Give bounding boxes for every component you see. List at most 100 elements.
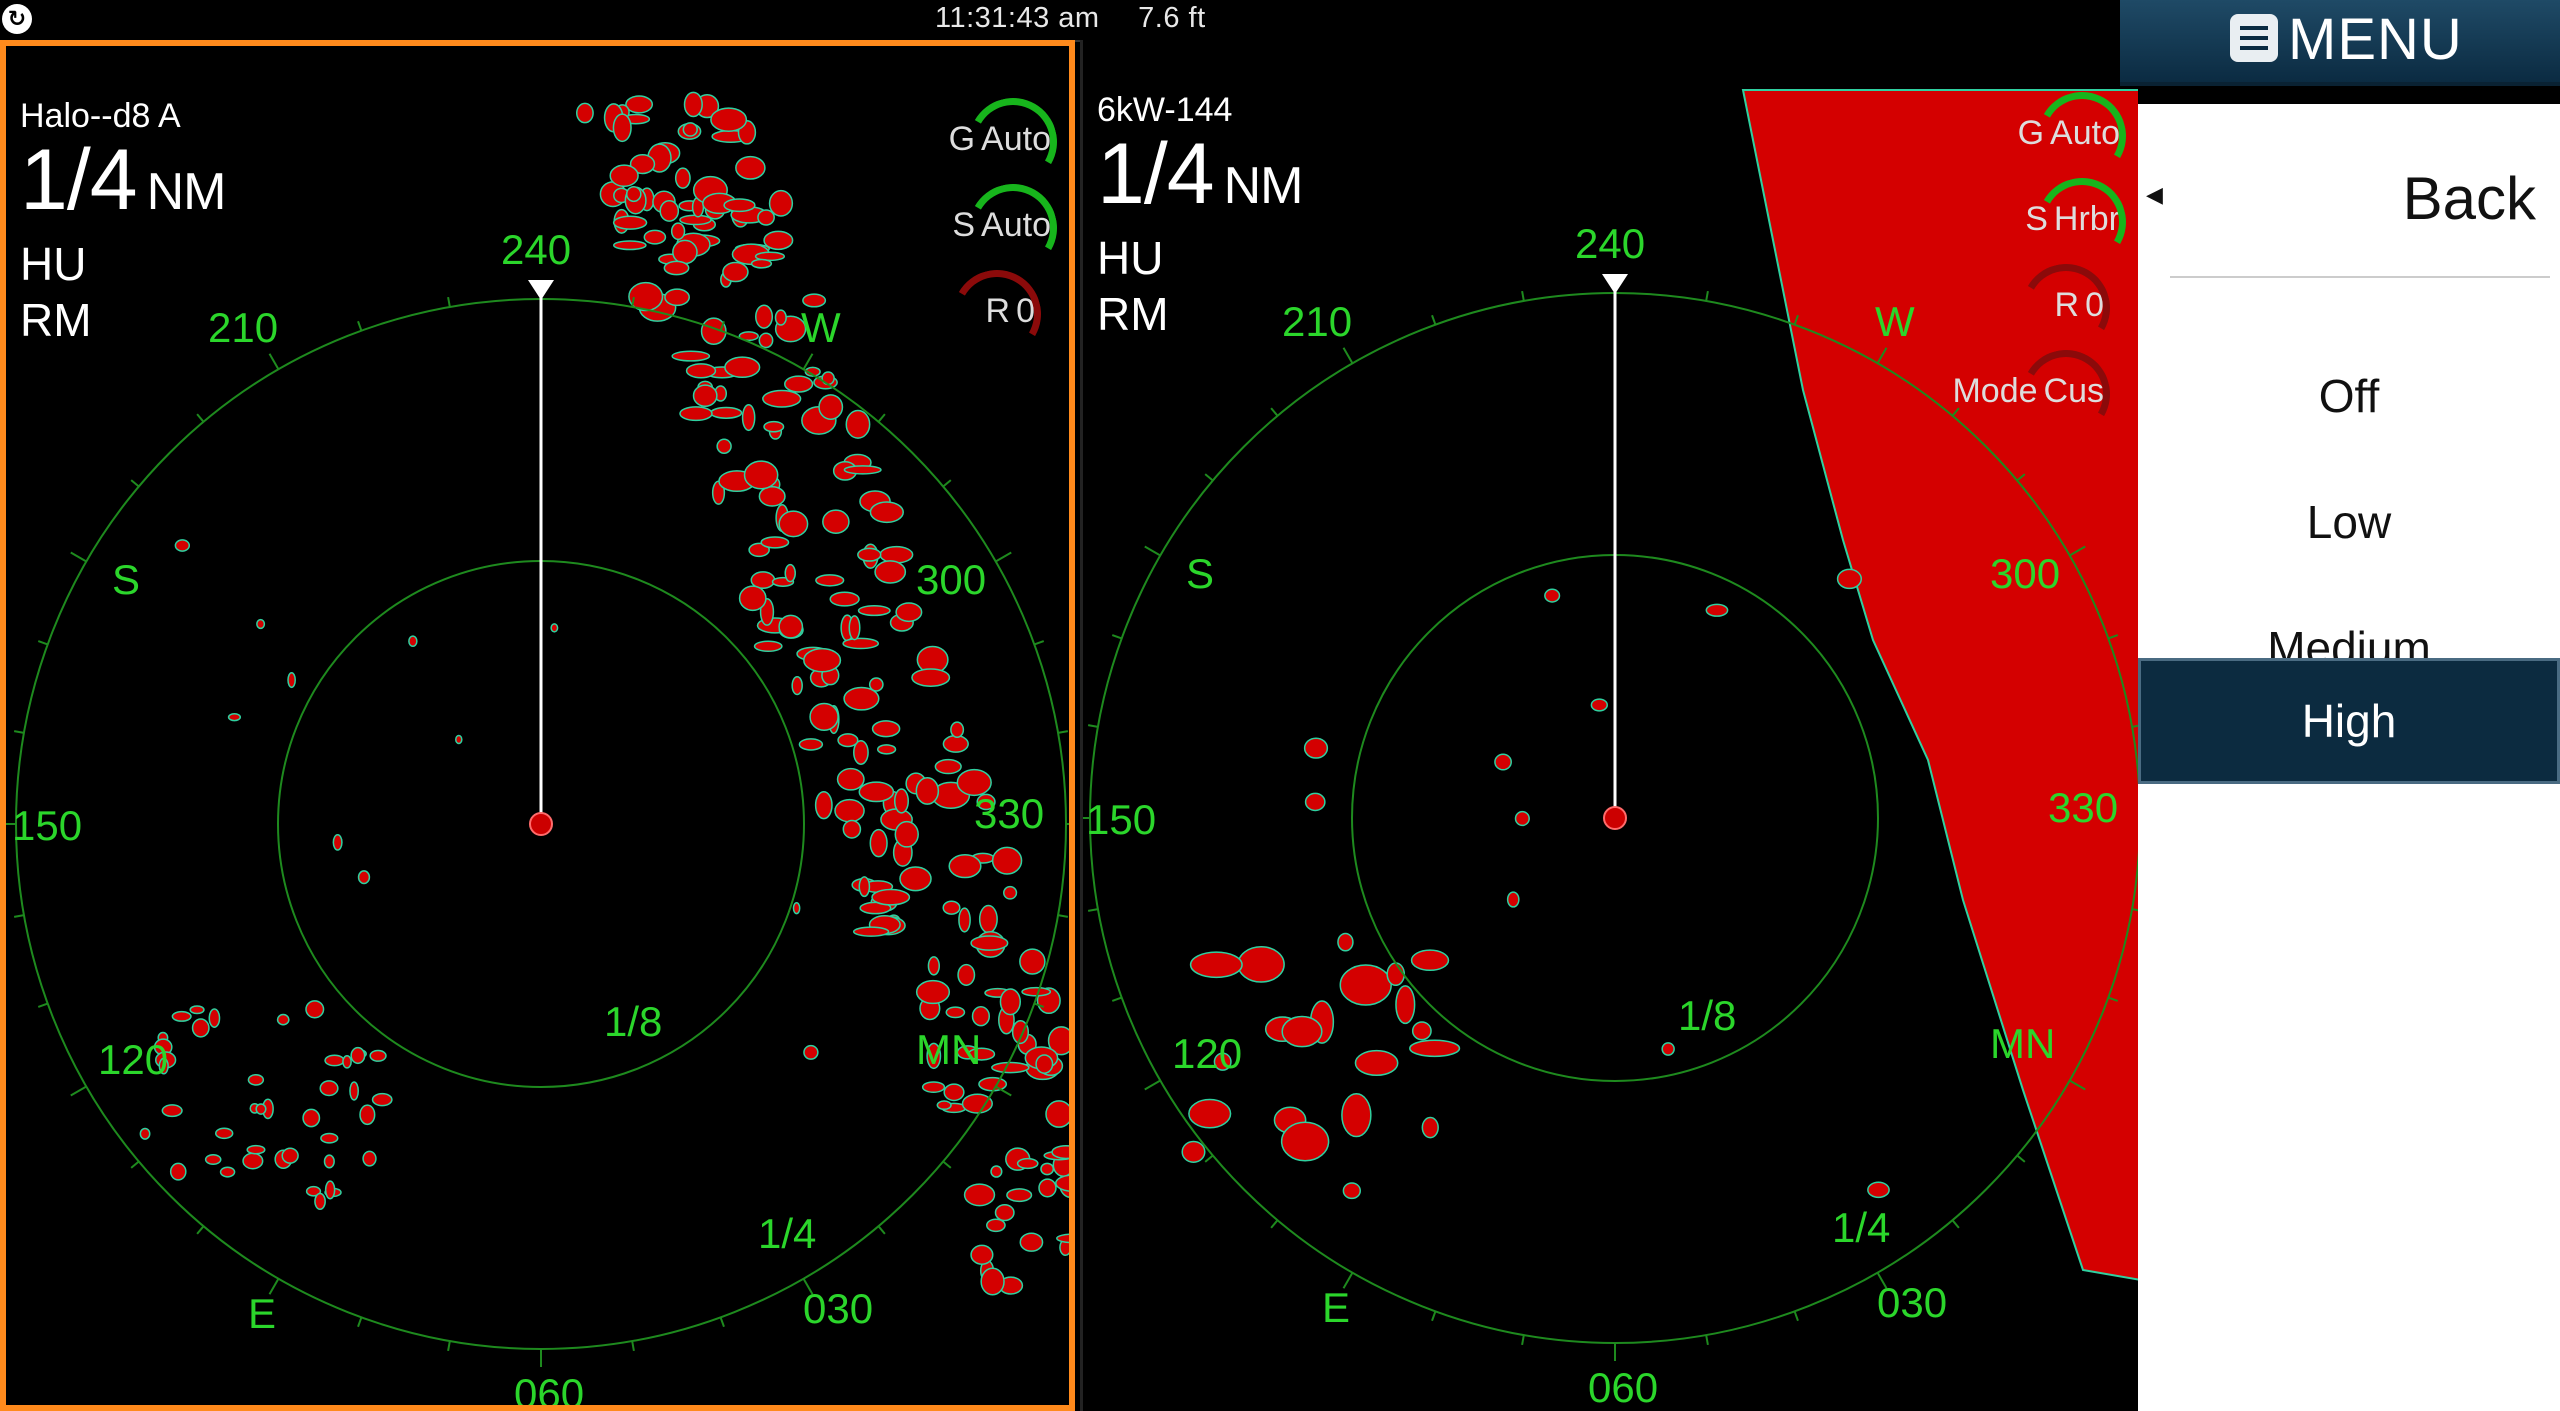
radar-echo	[784, 563, 796, 583]
bearing-label: 060	[1588, 1364, 1658, 1411]
heading-marker-icon	[1602, 274, 1628, 294]
radar-echo	[1339, 964, 1392, 1006]
orientation-mode[interactable]: HU	[20, 236, 225, 292]
radar-echo	[287, 671, 296, 689]
radar-echo	[255, 1103, 267, 1115]
radar-echo	[871, 888, 911, 906]
radar-echo	[768, 189, 794, 217]
radar-echo	[612, 215, 648, 230]
radar-echo	[362, 1150, 377, 1167]
menu-button[interactable]: MENU	[2230, 10, 2463, 70]
radar-panel-right[interactable]: 240 210 W 300 S 330 150 120 MN 030 E 060…	[1080, 40, 2138, 1411]
bearing-tick	[942, 479, 952, 488]
radar-echo	[357, 870, 371, 885]
radar-echo	[1494, 753, 1512, 771]
depth-readout: 7.6 ft	[1138, 2, 1206, 34]
radar-echo	[575, 102, 594, 124]
radar-echo	[970, 935, 1009, 951]
gain-control[interactable]: G Auto	[2018, 82, 2136, 190]
motion-mode[interactable]: RM	[20, 292, 225, 348]
radar-echo	[1421, 1116, 1439, 1139]
radar-echo	[1395, 985, 1416, 1025]
bearing-tick	[1033, 640, 1045, 646]
radar-echo	[893, 788, 909, 814]
radar-echo	[774, 309, 787, 326]
bearing-tick	[1270, 407, 1279, 417]
bearing-label: 240	[1575, 220, 1645, 267]
menu-panel: ◀ Back Off Low Medium High	[2138, 104, 2560, 1411]
radar-echo	[408, 635, 418, 648]
radar-echo	[1056, 1233, 1069, 1244]
radar-echo	[281, 1147, 299, 1164]
radar-echo	[757, 209, 775, 226]
mode-control[interactable]: Mode Cus	[1952, 340, 2120, 448]
radar-echo	[869, 501, 904, 524]
radar-echo	[778, 614, 804, 639]
rain-clutter-control[interactable]: R0	[2012, 254, 2120, 362]
radar-echo	[758, 332, 774, 349]
bearing-label: 300	[916, 556, 986, 603]
radar-panel-left[interactable]: 240 210 W 300 S 330 150 120 MN 030 E 060…	[0, 40, 1075, 1411]
radar-echo	[1188, 1098, 1232, 1129]
radar-echo	[936, 1100, 952, 1111]
radar-echo	[169, 1162, 187, 1181]
radar-echo	[342, 1055, 352, 1069]
radar-echo	[1386, 962, 1406, 987]
radar-echo	[350, 1046, 366, 1065]
radar-echo	[871, 720, 901, 738]
radar-echo	[1303, 737, 1329, 759]
radar-echo	[139, 1127, 151, 1140]
sea-clutter-control[interactable]: S Hrbr	[2025, 168, 2136, 276]
radar-echo	[663, 260, 690, 276]
bearing-tick	[13, 914, 25, 918]
radar-echo	[858, 781, 895, 803]
menu-option-low[interactable]: Low	[2138, 462, 2560, 582]
bearing-tick	[196, 1225, 205, 1235]
bearing-tick	[13, 730, 25, 734]
radar-echo	[722, 261, 749, 283]
range-ring-label: 1/8	[604, 998, 662, 1045]
radar-echo	[219, 1166, 236, 1178]
radar-echo	[894, 820, 919, 848]
gain-control[interactable]: G Auto	[949, 88, 1067, 196]
menu-option-off[interactable]: Off	[2138, 336, 2560, 456]
bearing-tick	[1087, 724, 1099, 728]
radar-echo	[942, 734, 969, 753]
radar-echo	[758, 485, 786, 507]
back-button[interactable]: ◀ Back	[2138, 154, 2560, 244]
radar-echo	[911, 668, 951, 687]
radar-echo	[950, 721, 965, 738]
bearing-tick	[631, 1340, 635, 1352]
radar-echo	[1661, 1042, 1675, 1056]
radar-echo	[970, 1244, 994, 1265]
bearing-tick	[447, 1340, 451, 1352]
bearing-tick	[995, 551, 1012, 563]
radar-echo	[191, 1018, 210, 1038]
brand-logo-icon[interactable]: ↻	[2, 4, 32, 34]
rain-clutter-control[interactable]: R0	[943, 260, 1051, 368]
radar-echo	[625, 95, 654, 114]
radar-echo	[1280, 1121, 1330, 1162]
sea-clutter-control[interactable]: S Auto	[952, 174, 1067, 282]
radar-echo	[760, 536, 790, 549]
radar-info: 6kW-144 1/4 NM HU RM	[1097, 90, 1303, 342]
radar-echo	[798, 738, 824, 751]
bearing-label: 120	[1172, 1030, 1242, 1077]
radar-echo	[359, 1104, 376, 1126]
bearing-label: 330	[2048, 784, 2118, 831]
bearing-label: 240	[501, 226, 571, 273]
radar-echo	[915, 776, 940, 805]
radar-echo	[672, 239, 698, 265]
radar-echo	[612, 113, 632, 143]
radar-echo	[857, 547, 882, 562]
range-readout[interactable]: 1/4 NM	[20, 136, 226, 236]
radar-echo	[1045, 1100, 1069, 1128]
bearing-tick	[1111, 996, 1123, 1002]
radar-echo	[1019, 1232, 1044, 1252]
radar-echo	[612, 240, 647, 251]
motion-mode[interactable]: RM	[1097, 286, 1302, 342]
orientation-mode[interactable]: HU	[1097, 230, 1302, 286]
menu-option-high[interactable]: High	[2138, 658, 2560, 784]
radar-source-name: 6kW-144	[1097, 91, 1233, 129]
range-readout[interactable]: 1/4 NM	[1097, 130, 1303, 230]
